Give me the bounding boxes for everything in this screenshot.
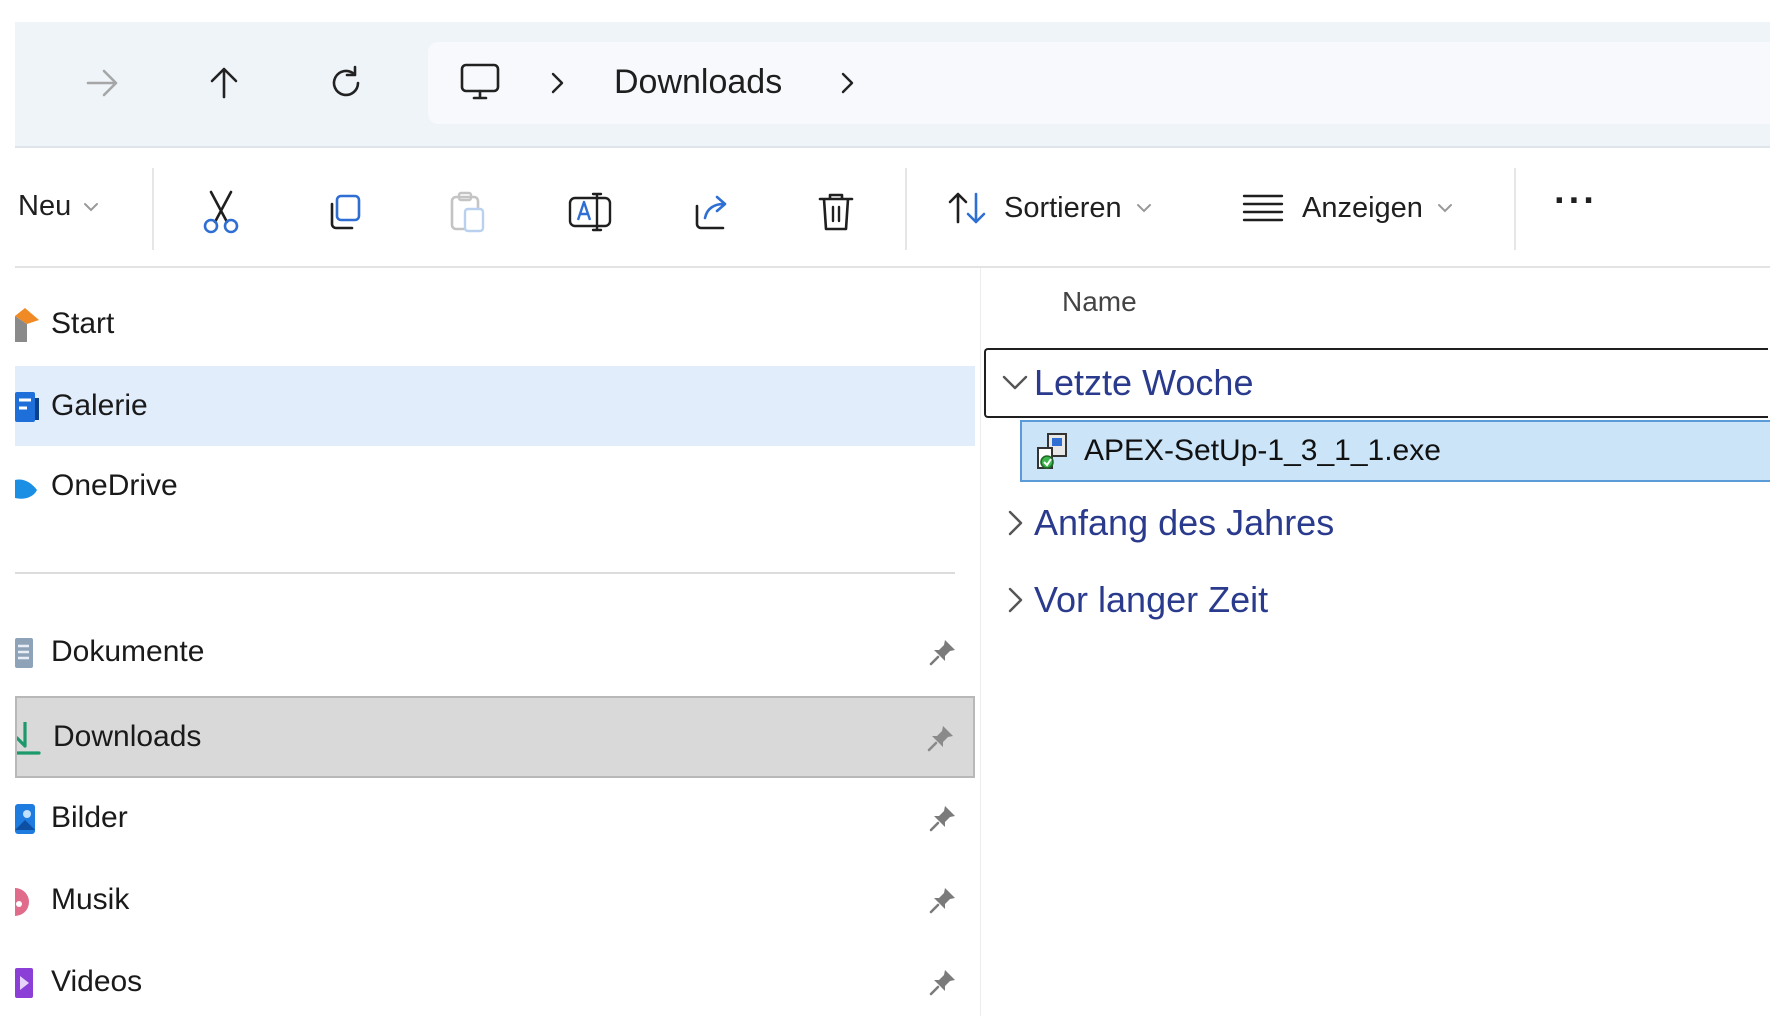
chevron-down-icon [1437, 204, 1452, 213]
download-icon [17, 722, 41, 755]
chevron-down-icon [1136, 204, 1151, 213]
cut-icon [203, 190, 239, 234]
pin-icon[interactable] [929, 804, 957, 832]
group-label: Letzte Woche [1034, 362, 1254, 403]
group-header-letzte-woche[interactable]: Letzte Woche [984, 348, 1768, 418]
share-button[interactable] [685, 184, 741, 240]
group-header-vor-langer-zeit[interactable]: Vor langer Zeit [986, 567, 1770, 633]
chevron-right-icon [1008, 510, 1023, 536]
delete-icon [818, 193, 854, 231]
delete-button[interactable] [808, 184, 864, 240]
group-header-anfang-des-jahres[interactable]: Anfang des Jahres [986, 490, 1770, 556]
chevron-down-icon [1002, 375, 1028, 390]
nav-item-onedrive[interactable]: OneDrive [15, 446, 975, 526]
view-icon [1242, 194, 1284, 222]
sort-icon [948, 192, 986, 224]
nav-item-start[interactable]: Start [15, 284, 975, 364]
arrow-right-icon [86, 69, 118, 97]
breadcrumb-separator-end[interactable] [836, 70, 858, 96]
monitor-icon [460, 63, 500, 100]
pane-splitter[interactable] [980, 268, 981, 1016]
pictures-icon [15, 804, 35, 834]
nav-item-galerie[interactable]: Galerie [15, 366, 975, 446]
new-button[interactable]: Neu [18, 190, 99, 223]
view-button-label: Anzeigen [1302, 191, 1423, 224]
toolbar-separator [1514, 168, 1516, 250]
pin-icon[interactable] [929, 638, 957, 666]
file-row[interactable]: APEX-SetUp-1_3_1_1.exe [1020, 420, 1770, 482]
rename-button[interactable] [562, 184, 618, 240]
new-button-label: Neu [18, 190, 72, 222]
nav-item-label: Downloads [53, 720, 202, 753]
rename-icon [568, 192, 612, 232]
refresh-icon [332, 65, 360, 97]
music-icon [15, 888, 29, 916]
up-button[interactable] [196, 55, 252, 111]
chevron-right-icon [841, 72, 854, 94]
cut-button[interactable] [193, 184, 249, 240]
chevron-right-icon [551, 72, 564, 94]
nav-item-label: Galerie [51, 389, 148, 422]
nav-item-musik[interactable]: Musik [15, 860, 975, 940]
nav-item-label: Videos [51, 965, 143, 998]
address-bar-divider [15, 146, 1770, 148]
nav-item-label: Bilder [51, 801, 128, 834]
videos-icon [15, 968, 33, 998]
refresh-button[interactable] [318, 55, 374, 111]
copy-icon [330, 194, 361, 230]
nav-item-label: Musik [51, 883, 130, 916]
nav-item-bilder[interactable]: Bilder [15, 778, 975, 858]
nav-item-label: Start [51, 307, 115, 340]
pin-icon[interactable] [927, 724, 955, 752]
group-label: Anfang des Jahres [1034, 502, 1335, 543]
toolbar-divider [15, 266, 1770, 268]
pin-icon[interactable] [929, 886, 957, 914]
forward-button[interactable] [74, 55, 130, 111]
group-label: Vor langer Zeit [1034, 579, 1269, 620]
share-icon [695, 195, 727, 230]
address-field[interactable]: Downloads [428, 42, 1770, 124]
toolbar-separator [152, 168, 154, 250]
chevron-down-icon [84, 202, 99, 211]
nav-item-dokumente[interactable]: Dokumente [15, 612, 975, 692]
cloud-icon [15, 479, 37, 499]
documents-icon [15, 638, 33, 668]
pin-icon[interactable] [929, 968, 957, 996]
sort-button-label: Sortieren [1004, 191, 1122, 224]
file-name: APEX-SetUp-1_3_1_1.exe [1084, 434, 1441, 467]
copy-button[interactable] [316, 184, 372, 240]
more-options-button[interactable]: ··· [1554, 180, 1598, 223]
arrow-up-icon [210, 67, 238, 99]
view-button[interactable]: Anzeigen [1242, 188, 1453, 228]
nav-item-videos[interactable]: Videos [15, 942, 975, 1022]
nav-item-downloads[interactable]: Downloads [15, 696, 975, 778]
breadcrumb-separator[interactable] [546, 70, 568, 96]
chevron-right-icon [1008, 587, 1023, 613]
breadcrumb-item-downloads[interactable]: Downloads [614, 63, 782, 102]
nav-item-label: Dokumente [51, 635, 205, 668]
paste-icon [450, 191, 485, 233]
gallery-icon [15, 392, 39, 422]
paste-button[interactable] [439, 184, 495, 240]
sort-button[interactable]: Sortieren [946, 188, 1152, 228]
nav-item-label: OneDrive [51, 469, 178, 502]
toolbar-separator [905, 168, 907, 250]
nav-separator [15, 572, 955, 574]
home-icon [15, 308, 39, 342]
column-header-name[interactable]: Name [1062, 286, 1137, 318]
location-button[interactable] [458, 60, 502, 104]
installer-icon [1037, 433, 1067, 469]
